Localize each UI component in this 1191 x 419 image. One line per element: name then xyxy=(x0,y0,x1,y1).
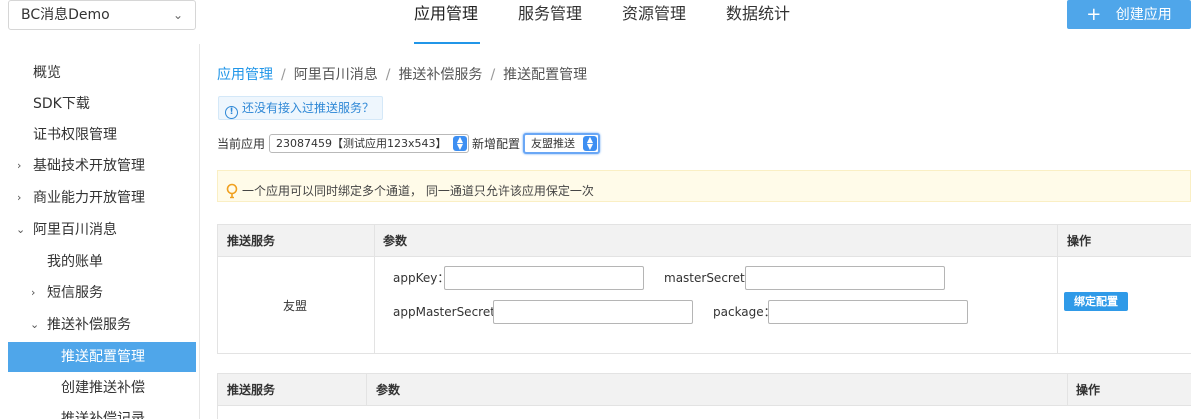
app-selector-value: BC消息Demo xyxy=(21,7,110,23)
service-name-cell: 友盟 xyxy=(283,299,308,313)
sidebar-item-label: 概览 xyxy=(33,65,61,81)
sidebar-item-label: 短信服务 xyxy=(47,285,103,301)
sidebar-item-certificates[interactable]: 证书权限管理 xyxy=(0,120,196,150)
bind-config-button[interactable]: 绑定配置 xyxy=(1064,292,1128,311)
column-header-params: 参数 xyxy=(376,383,401,397)
sidebar-item-label: 商业能力开放管理 xyxy=(33,190,145,206)
package-label: package： xyxy=(713,305,776,319)
new-config-label: 新增配置 xyxy=(472,137,521,151)
appkey-input[interactable] xyxy=(444,266,644,290)
breadcrumb-separator: / xyxy=(281,67,286,83)
sidebar-item-label: 基础技术开放管理 xyxy=(33,158,145,174)
sidebar-item-label: 推送配置管理 xyxy=(61,349,145,365)
app-master-secret-input[interactable] xyxy=(493,300,693,324)
sidebar-item-label: 阿里百川消息 xyxy=(33,222,117,238)
select-arrows-icon: ▲ ▼ xyxy=(583,136,597,151)
sidebar-item-sdk-download[interactable]: SDK下载 xyxy=(0,89,196,119)
column-divider xyxy=(366,374,367,406)
sidebar-item-business-capability[interactable]: › 商业能力开放管理 xyxy=(0,183,196,213)
breadcrumb-item[interactable]: 阿里百川消息 xyxy=(294,67,378,83)
sidebar-item-push-config[interactable]: 推送配置管理 xyxy=(8,342,196,372)
chevron-down-icon: ⌄ xyxy=(30,318,40,331)
new-config-select-value: 友盟推送 xyxy=(531,137,575,150)
sidebar-item-sms-service[interactable]: › 短信服务 xyxy=(0,278,196,308)
info-tip[interactable]: ! 还没有接入过推送服务？ xyxy=(218,96,384,120)
sidebar-item-label: 我的账单 xyxy=(47,254,103,270)
sidebar-item-my-bills[interactable]: 我的账单 xyxy=(0,247,196,277)
create-app-label: 创建应用 xyxy=(1115,7,1172,23)
create-app-button[interactable]: + 创建应用 xyxy=(1067,0,1191,29)
new-config-select[interactable]: 友盟推送 ▲ ▼ xyxy=(523,133,600,154)
column-divider xyxy=(1067,374,1068,406)
column-header-actions: 操作 xyxy=(1076,383,1101,397)
plus-icon: + xyxy=(1086,4,1102,25)
chevron-right-icon: › xyxy=(31,286,36,299)
app-master-secret-label: appMasterSecret： xyxy=(393,305,507,319)
tab-label: 应用管理 xyxy=(414,4,479,23)
sidebar-item-push-compensation[interactable]: ⌄ 推送补偿服务 xyxy=(0,310,196,340)
info-tip-text: 还没有接入过推送服务？ xyxy=(242,101,375,115)
sidebar-item-basic-tech[interactable]: › 基础技术开放管理 xyxy=(0,151,196,181)
sidebar-item-label: 证书权限管理 xyxy=(33,127,117,143)
current-app-label: 当前应用 xyxy=(217,137,266,151)
tab-label: 服务管理 xyxy=(518,4,583,23)
sidebar-item-label: SDK下载 xyxy=(33,96,90,112)
sidebar-item-label: 推送补偿记录 xyxy=(61,411,145,419)
appkey-label: appKey： xyxy=(393,271,450,285)
lightbulb-icon xyxy=(226,175,238,215)
select-arrows-icon: ▲ ▼ xyxy=(453,136,467,151)
breadcrumb-item: 推送配置管理 xyxy=(503,67,588,83)
tab-app-management[interactable]: 应用管理 xyxy=(414,0,480,44)
current-app-select[interactable]: 23087459【测试应用123x543】 ▲ ▼ xyxy=(269,134,469,153)
chevron-right-icon: › xyxy=(17,191,22,204)
sidebar-item-push-records[interactable]: 推送补偿记录 xyxy=(0,404,196,419)
sidebar: 概览 SDK下载 证书权限管理 › 基础技术开放管理 › 商业能力开放管理 ⌄ … xyxy=(0,44,200,419)
package-input[interactable] xyxy=(768,300,968,324)
table-header: 推送服务 参数 操作 xyxy=(218,225,1191,257)
sidebar-item-label: 推送补偿服务 xyxy=(47,317,131,333)
sidebar-item-create-push-compensation[interactable]: 创建推送补偿 xyxy=(0,373,196,403)
tab-label: 资源管理 xyxy=(622,4,687,23)
info-icon: ! xyxy=(225,106,238,119)
column-header-params: 参数 xyxy=(383,234,408,248)
push-config-table: 推送服务 参数 操作 xyxy=(217,224,1191,354)
tab-resource-management[interactable]: 资源管理 xyxy=(622,0,686,44)
table-header: 推送服务 参数 操作 xyxy=(218,374,1191,406)
push-config-table-2: 推送服务 参数 操作 xyxy=(217,373,1191,419)
current-app-select-value: 23087459【测试应用123x543】 xyxy=(276,137,447,150)
tab-service-management[interactable]: 服务管理 xyxy=(518,0,582,44)
column-header-actions: 操作 xyxy=(1067,234,1092,248)
breadcrumb-separator: / xyxy=(385,67,391,83)
breadcrumb-item[interactable]: 推送补偿服务 xyxy=(398,67,482,83)
breadcrumb: 应用管理 / 阿里百川消息 / 推送补偿服务 / 推送配置管理 xyxy=(217,64,587,84)
chevron-down-icon: ⌄ xyxy=(172,8,183,22)
warning-tip-text: 一个应用可以同时绑定多个通道， 同一通道只允许该应用保定一次 xyxy=(242,184,594,198)
column-header-service: 推送服务 xyxy=(227,234,276,248)
breadcrumb-separator: / xyxy=(490,67,496,83)
column-divider xyxy=(1057,225,1058,353)
chevron-right-icon: › xyxy=(17,159,22,172)
sidebar-item-overview[interactable]: 概览 xyxy=(0,58,196,88)
tab-data-statistics[interactable]: 数据统计 xyxy=(726,0,790,44)
chevron-down-icon: ⌄ xyxy=(16,223,26,236)
sidebar-item-baichuan-messaging[interactable]: ⌄ 阿里百川消息 xyxy=(0,215,196,245)
master-secret-input[interactable] xyxy=(745,266,945,290)
column-divider xyxy=(374,225,375,353)
breadcrumb-item[interactable]: 应用管理 xyxy=(217,67,273,83)
top-bar: BC消息Demo ⌄ 应用管理 服务管理 资源管理 数据统计 + 创建应用 xyxy=(0,0,1191,44)
column-header-service: 推送服务 xyxy=(227,383,276,397)
master-secret-label: masterSecret： xyxy=(664,271,757,285)
tab-label: 数据统计 xyxy=(726,4,791,23)
sidebar-item-label: 创建推送补偿 xyxy=(61,380,145,396)
app-selector[interactable]: BC消息Demo ⌄ xyxy=(8,0,196,30)
warning-tip: 一个应用可以同时绑定多个通道， 同一通道只允许该应用保定一次 xyxy=(217,170,1191,202)
